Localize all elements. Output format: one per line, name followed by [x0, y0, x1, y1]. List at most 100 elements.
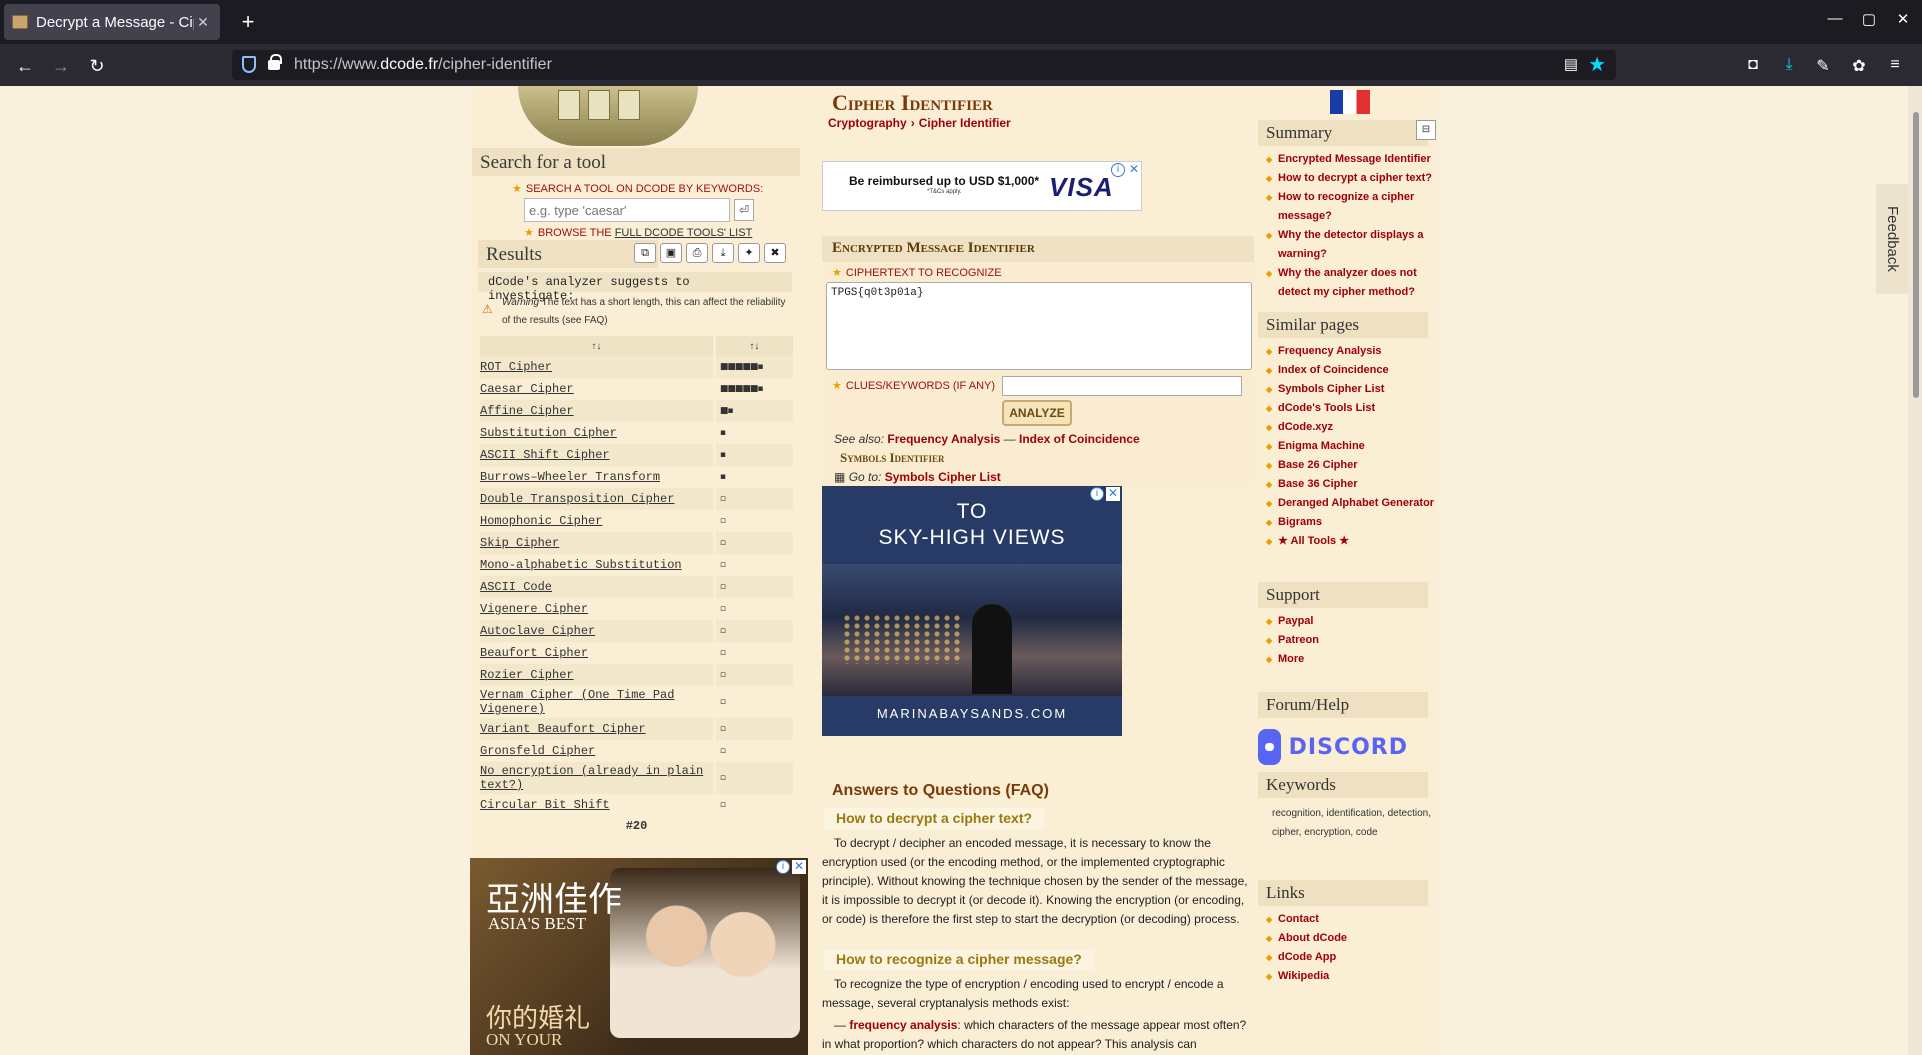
links-item-link[interactable]: About dCode: [1266, 929, 1438, 948]
copy-icon[interactable]: ⧉: [634, 243, 656, 263]
result-cipher-name[interactable]: Burrows–Wheeler Transform: [480, 466, 716, 488]
support-item-link[interactable]: More: [1266, 650, 1438, 669]
discord-link[interactable]: DISCORD: [1258, 726, 1408, 768]
result-cipher-name[interactable]: Autoclave Cipher: [480, 620, 716, 642]
links-item-link[interactable]: dCode App: [1266, 948, 1438, 967]
table-row[interactable]: No encryption (already in plain text?) ▫: [480, 762, 797, 794]
tool-search-input[interactable]: [524, 198, 730, 222]
maximize-icon[interactable]: ▢: [1856, 10, 1882, 28]
analyze-button[interactable]: ANALYZE: [1002, 400, 1072, 426]
lock-icon[interactable]: [268, 54, 282, 70]
index-of-coincidence-link[interactable]: Index of Coincidence: [1019, 432, 1140, 446]
french-flag-icon[interactable]: [1330, 90, 1370, 114]
frequency-analysis-link[interactable]: Frequency Analysis: [887, 432, 1000, 446]
similar-page-link[interactable]: Deranged Alphabet Generator: [1266, 494, 1438, 513]
summary-item-link[interactable]: Why the detector displays a warning?: [1266, 226, 1438, 264]
adchoices-icon[interactable]: i: [776, 860, 790, 874]
reload-icon[interactable]: ↻: [84, 53, 110, 79]
result-cipher-name[interactable]: ROT Cipher: [480, 356, 716, 378]
reader-view-icon[interactable]: ▤: [1564, 55, 1578, 73]
support-item-link[interactable]: Patreon: [1266, 631, 1438, 650]
similar-page-link[interactable]: Bigrams: [1266, 513, 1438, 532]
table-row[interactable]: Circular Bit Shift ▫: [480, 794, 797, 816]
download-icon[interactable]: ⤓: [1778, 56, 1800, 74]
feedback-tab[interactable]: Feedback: [1876, 184, 1908, 294]
summary-item-link[interactable]: How to decrypt a cipher text?: [1266, 169, 1438, 188]
table-row[interactable]: Homophonic Cipher ▫: [480, 510, 797, 532]
table-row[interactable]: Substitution Cipher ▪: [480, 422, 797, 444]
similar-page-link[interactable]: Base 36 Cipher: [1266, 475, 1438, 494]
pin-icon[interactable]: ✦: [738, 243, 760, 263]
links-item-link[interactable]: Wikipedia: [1266, 967, 1438, 986]
ad-close-icon[interactable]: ✕: [792, 860, 806, 874]
marina-bay-sands-ad[interactable]: TO SKY-HIGH VIEWS MARINABAYSANDS.COM i ✕: [822, 486, 1122, 736]
table-row[interactable]: ASCII Code ▫: [480, 576, 797, 598]
links-item-link[interactable]: Contact: [1266, 910, 1438, 929]
breadcrumb-cryptography[interactable]: Cryptography: [828, 116, 907, 130]
summary-item-link[interactable]: How to recognize a cipher message?: [1266, 188, 1438, 226]
scrollbar-thumb[interactable]: [1913, 112, 1919, 398]
window-close-icon[interactable]: ✕: [1890, 10, 1916, 28]
table-row[interactable]: Variant Beaufort Cipher ▫: [480, 718, 797, 740]
full-tools-list-link[interactable]: FULL DCODE TOOLS' LIST: [615, 227, 753, 239]
symbols-cipher-list-link[interactable]: Symbols Cipher List: [885, 470, 1001, 484]
download-results-icon[interactable]: ⤓: [712, 243, 734, 263]
ad-close-icon[interactable]: ✕: [1106, 487, 1120, 501]
result-cipher-name[interactable]: Vernam Cipher (One Time Pad Vigenere): [480, 686, 716, 718]
print-icon[interactable]: ⎙: [686, 243, 708, 263]
table-row[interactable]: Vigenere Cipher ▫: [480, 598, 797, 620]
similar-page-link[interactable]: Index of Coincidence: [1266, 361, 1438, 380]
result-cipher-name[interactable]: Caesar Cipher: [480, 378, 716, 400]
table-row[interactable]: Affine Cipher ■▪: [480, 400, 797, 422]
new-tab-button[interactable]: +: [234, 8, 262, 36]
result-cipher-name[interactable]: ASCII Shift Cipher: [480, 444, 716, 466]
minimize-icon[interactable]: —: [1822, 10, 1848, 27]
ad-close-icon[interactable]: ✕: [1127, 163, 1141, 177]
result-cipher-name[interactable]: Vigenere Cipher: [480, 598, 716, 620]
back-icon[interactable]: ←: [12, 53, 38, 79]
forward-icon[interactable]: →: [48, 53, 74, 79]
result-cipher-name[interactable]: Affine Cipher: [480, 400, 716, 422]
table-row[interactable]: ROT Cipher ■■■■■▪: [480, 356, 797, 378]
similar-page-link[interactable]: dCode's Tools List: [1266, 399, 1438, 418]
clues-input[interactable]: [1002, 376, 1242, 396]
symbols-identifier-link[interactable]: Symbols Identifier: [840, 450, 945, 466]
table-row[interactable]: Beaufort Cipher ▫: [480, 642, 797, 664]
tracking-shield-icon[interactable]: [242, 56, 256, 73]
menu-icon[interactable]: ≡: [1884, 56, 1906, 74]
sort-score-header[interactable]: ↑↓: [714, 336, 797, 356]
search-go-icon[interactable]: ⏎: [734, 199, 754, 221]
close-results-icon[interactable]: ✖: [764, 243, 786, 263]
extension-icon[interactable]: ✎: [1812, 56, 1834, 76]
pocket-icon[interactable]: ◘: [1742, 56, 1764, 74]
result-cipher-name[interactable]: Gronsfeld Cipher: [480, 740, 716, 762]
table-row[interactable]: Skip Cipher ▫: [480, 532, 797, 554]
frequency-analysis-inline-link[interactable]: frequency analysis: [849, 1018, 957, 1032]
page-scrollbar[interactable]: [1908, 86, 1922, 1055]
result-cipher-name[interactable]: Beaufort Cipher: [480, 642, 716, 664]
visa-ad-banner[interactable]: Be reimbursed up to USD $1,000* *T&Cs ap…: [822, 161, 1142, 211]
similar-page-link[interactable]: ★ All Tools ★: [1266, 532, 1438, 551]
save-icon[interactable]: ▣: [660, 243, 682, 263]
summary-collapse-icon[interactable]: ⊟: [1416, 120, 1436, 140]
similar-page-link[interactable]: Base 26 Cipher: [1266, 456, 1438, 475]
table-row[interactable]: Caesar Cipher ■■■■■▪: [480, 378, 797, 400]
result-cipher-name[interactable]: Double Transposition Cipher: [480, 488, 716, 510]
bookmark-star-icon[interactable]: ★: [1588, 52, 1606, 77]
result-cipher-name[interactable]: No encryption (already in plain text?): [480, 762, 716, 794]
wedding-ad-banner[interactable]: 亞洲佳作 ASIA'S BEST 你的婚礼 ON YOUR i ✕: [470, 858, 808, 1055]
result-cipher-name[interactable]: Substitution Cipher: [480, 422, 716, 444]
table-row[interactable]: Gronsfeld Cipher ▫: [480, 740, 797, 762]
table-row[interactable]: Double Transposition Cipher ▫: [480, 488, 797, 510]
similar-page-link[interactable]: dCode.xyz: [1266, 418, 1438, 437]
dcode-logo-cryptex[interactable]: [518, 86, 698, 146]
table-row[interactable]: Autoclave Cipher ▫: [480, 620, 797, 642]
table-row[interactable]: ASCII Shift Cipher ▪: [480, 444, 797, 466]
result-cipher-name[interactable]: Rozier Cipher: [480, 664, 716, 686]
adchoices-icon[interactable]: i: [1090, 487, 1104, 501]
url-text[interactable]: https://www.dcode.fr/cipher-identifier: [294, 56, 552, 74]
table-row[interactable]: Burrows–Wheeler Transform ▪: [480, 466, 797, 488]
tab-close-icon[interactable]: ✕: [194, 14, 212, 31]
result-cipher-name[interactable]: Skip Cipher: [480, 532, 716, 554]
summary-item-link[interactable]: Why the analyzer does not detect my ciph…: [1266, 264, 1438, 302]
